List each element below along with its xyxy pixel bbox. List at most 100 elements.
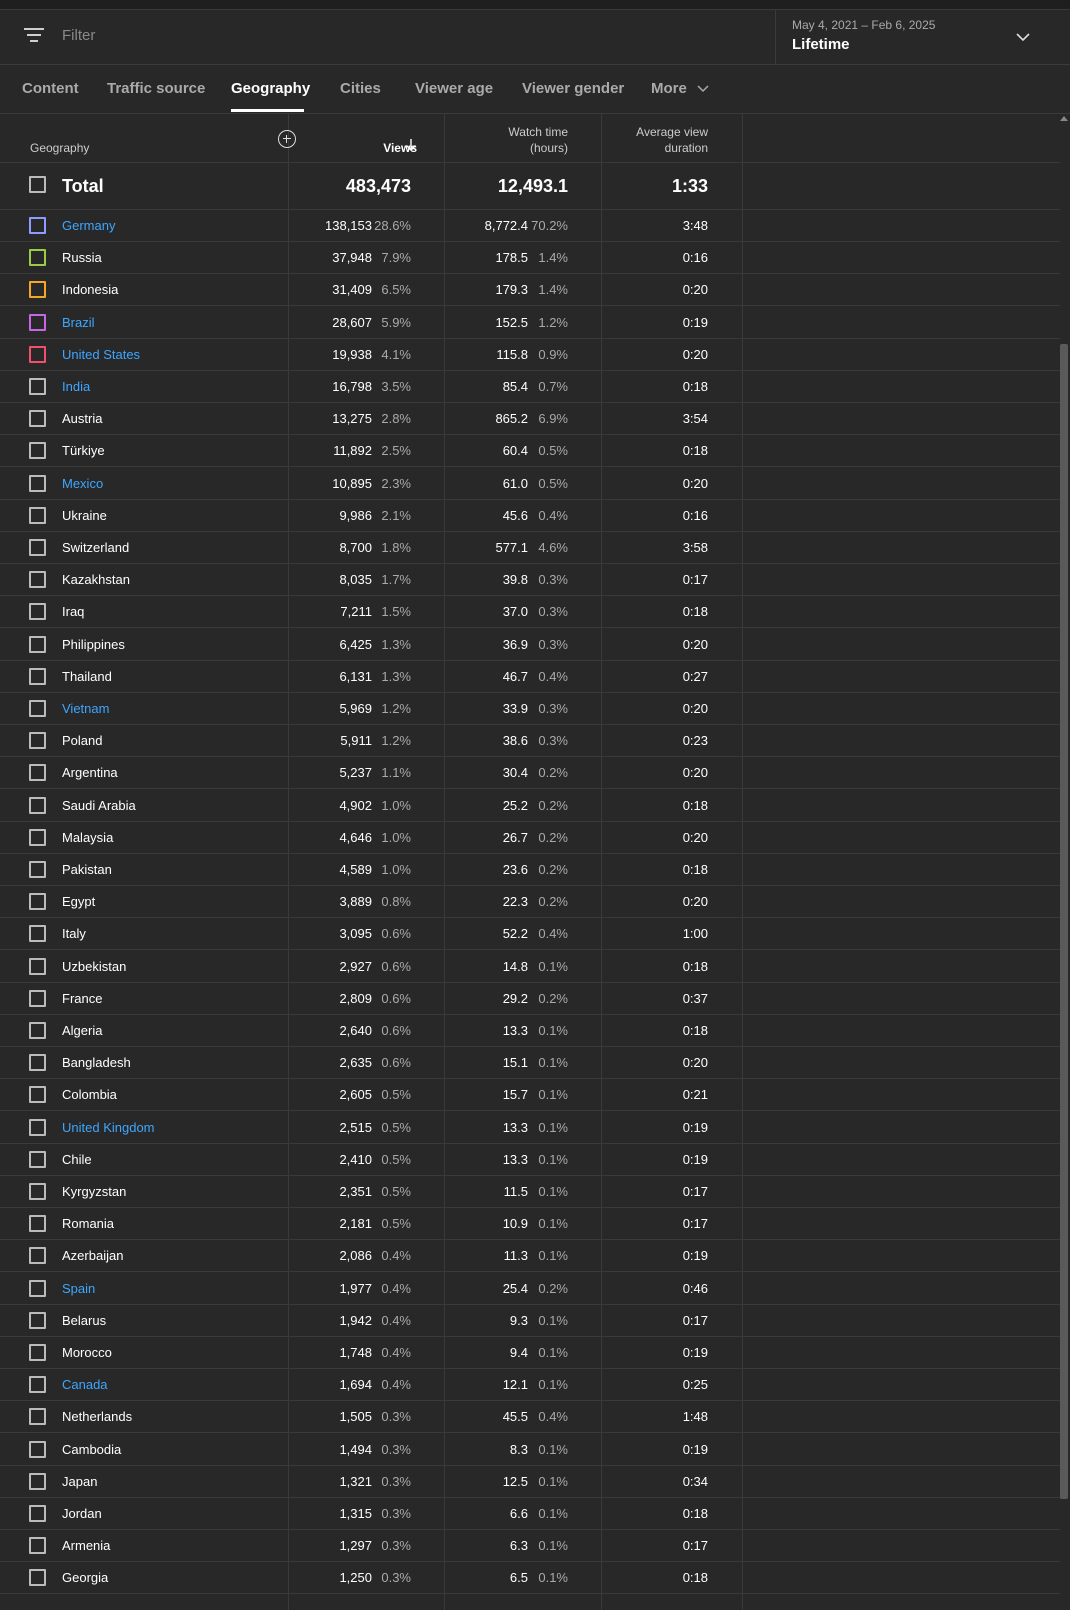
row-checkbox[interactable] — [29, 1440, 46, 1458]
row-checkbox[interactable] — [29, 1086, 46, 1104]
tab-more[interactable]: More — [651, 80, 709, 97]
row-checkbox[interactable] — [29, 635, 46, 653]
table-row[interactable]: Germany 138,153 28.6% 8,772.4 70.2% 3:48 — [0, 210, 1060, 242]
tab-cities[interactable]: Cities — [340, 80, 381, 97]
table-row[interactable]: Poland 5,911 1.2% 38.6 0.3% 0:23 — [0, 725, 1060, 758]
table-row[interactable]: Pakistan 4,589 1.0% 23.6 0.2% 0:18 — [0, 854, 1060, 886]
row-checkbox[interactable] — [29, 1183, 46, 1200]
row-checkbox[interactable] — [29, 700, 46, 717]
row-checkbox[interactable] — [29, 603, 46, 621]
table-row[interactable]: Morocco 1,748 0.4% 9.4 0.1% 0:19 — [0, 1337, 1060, 1369]
table-row[interactable]: United States 19,938 4.1% 115.8 0.9% 0:20 — [0, 339, 1060, 371]
row-checkbox[interactable] — [29, 281, 46, 299]
country-name[interactable]: Brazil — [62, 315, 95, 330]
table-row[interactable]: Bangladesh 2,635 0.6% 15.1 0.1% 0:20 — [0, 1047, 1060, 1080]
country-name[interactable]: United States — [62, 347, 140, 362]
country-name[interactable]: India — [62, 379, 90, 394]
table-row[interactable]: Brazil 28,607 5.9% 152.5 1.2% 0:19 — [0, 307, 1060, 339]
table-row[interactable]: Malaysia 4,646 1.0% 26.7 0.2% 0:20 — [0, 822, 1060, 854]
date-period-label[interactable]: Lifetime — [792, 36, 850, 53]
scrollbar[interactable] — [1060, 344, 1068, 1499]
table-row[interactable]: Indonesia 31,409 6.5% 179.3 1.4% 0:20 — [0, 274, 1060, 307]
row-checkbox[interactable] — [29, 345, 46, 363]
row-checkbox[interactable] — [29, 893, 46, 911]
row-checkbox[interactable] — [29, 571, 46, 589]
table-row[interactable]: Cambodia 1,494 0.3% 8.3 0.1% 0:19 — [0, 1434, 1060, 1466]
add-column-icon[interactable] — [278, 130, 296, 148]
country-name[interactable]: Vietnam — [62, 701, 109, 716]
table-row[interactable]: Belarus 1,942 0.4% 9.3 0.1% 0:17 — [0, 1305, 1060, 1337]
table-row[interactable]: Austria 13,275 2.8% 865.2 6.9% 3:54 — [0, 403, 1060, 436]
total-checkbox[interactable] — [29, 176, 46, 193]
country-name[interactable]: Mexico — [62, 476, 103, 491]
sort-down-arrow-icon[interactable] — [405, 138, 417, 152]
row-checkbox[interactable] — [29, 1344, 46, 1361]
row-checkbox[interactable] — [29, 313, 46, 331]
tab-viewer-gender[interactable]: Viewer gender — [522, 80, 624, 97]
row-checkbox[interactable] — [29, 217, 46, 234]
filter-icon[interactable] — [24, 26, 44, 44]
country-name[interactable]: Spain — [62, 1281, 95, 1296]
row-checkbox[interactable] — [29, 1279, 46, 1297]
table-row[interactable]: Colombia 2,605 0.5% 15.7 0.1% 0:21 — [0, 1079, 1060, 1112]
row-checkbox[interactable] — [29, 1505, 46, 1522]
table-row[interactable]: Saudi Arabia 4,902 1.0% 25.2 0.2% 0:18 — [0, 790, 1060, 822]
row-checkbox[interactable] — [29, 1215, 46, 1233]
row-checkbox[interactable] — [29, 474, 46, 492]
row-checkbox[interactable] — [29, 957, 46, 975]
table-row[interactable]: Egypt 3,889 0.8% 22.3 0.2% 0:20 — [0, 886, 1060, 919]
table-row[interactable]: France 2,809 0.6% 29.2 0.2% 0:37 — [0, 983, 1060, 1015]
table-row[interactable]: United Kingdom 2,515 0.5% 13.3 0.1% 0:19 — [0, 1112, 1060, 1144]
row-checkbox[interactable] — [29, 1247, 46, 1265]
geography-header[interactable]: Geography — [30, 141, 89, 155]
row-checkbox[interactable] — [29, 1537, 46, 1555]
table-row[interactable]: Kazakhstan 8,035 1.7% 39.8 0.3% 0:17 — [0, 564, 1060, 597]
table-row[interactable]: Italy 3,095 0.6% 52.2 0.4% 1:00 — [0, 918, 1060, 951]
table-row[interactable]: Algeria 2,640 0.6% 13.3 0.1% 0:18 — [0, 1015, 1060, 1047]
row-checkbox[interactable] — [29, 989, 46, 1007]
row-checkbox[interactable] — [29, 539, 46, 556]
row-checkbox[interactable] — [29, 764, 46, 782]
chevron-down-icon[interactable] — [1016, 30, 1030, 44]
table-row[interactable]: Russia 37,948 7.9% 178.5 1.4% 0:16 — [0, 242, 1060, 275]
tab-traffic-source[interactable]: Traffic source — [107, 80, 205, 97]
table-row[interactable]: Azerbaijan 2,086 0.4% 11.3 0.1% 0:19 — [0, 1240, 1060, 1273]
row-checkbox[interactable] — [29, 667, 46, 685]
table-row[interactable]: Vietnam 5,969 1.2% 33.9 0.3% 0:20 — [0, 693, 1060, 725]
table-row[interactable]: Argentina 5,237 1.1% 30.4 0.2% 0:20 — [0, 757, 1060, 790]
row-checkbox[interactable] — [29, 796, 46, 814]
table-row[interactable]: Uzbekistan 2,927 0.6% 14.8 0.1% 0:18 — [0, 951, 1060, 983]
tab-content[interactable]: Content — [22, 80, 79, 97]
row-checkbox[interactable] — [29, 1311, 46, 1329]
table-row[interactable]: Japan 1,321 0.3% 12.5 0.1% 0:34 — [0, 1466, 1060, 1498]
scroll-up-arrow[interactable] — [1060, 116, 1068, 121]
table-row[interactable]: Mexico 10,895 2.3% 61.0 0.5% 0:20 — [0, 468, 1060, 500]
country-name[interactable]: Canada — [62, 1377, 108, 1392]
row-checkbox[interactable] — [29, 249, 46, 267]
table-row[interactable]: Spain 1,977 0.4% 25.4 0.2% 0:46 — [0, 1273, 1060, 1305]
row-checkbox[interactable] — [29, 861, 46, 878]
table-row[interactable]: Canada 1,694 0.4% 12.1 0.1% 0:25 — [0, 1369, 1060, 1402]
row-checkbox[interactable] — [29, 1472, 46, 1490]
table-row[interactable]: Türkiye 11,892 2.5% 60.4 0.5% 0:18 — [0, 435, 1060, 468]
table-row[interactable]: Kyrgyzstan 2,351 0.5% 11.5 0.1% 0:17 — [0, 1176, 1060, 1208]
table-row[interactable]: Philippines 6,425 1.3% 36.9 0.3% 0:20 — [0, 629, 1060, 661]
table-row[interactable]: Ukraine 9,986 2.1% 45.6 0.4% 0:16 — [0, 500, 1060, 532]
row-checkbox[interactable] — [29, 410, 46, 428]
table-row[interactable]: Iraq 7,211 1.5% 37.0 0.3% 0:18 — [0, 596, 1060, 629]
table-row[interactable]: Jordan 1,315 0.3% 6.6 0.1% 0:18 — [0, 1498, 1060, 1530]
table-row[interactable]: Armenia 1,297 0.3% 6.3 0.1% 0:17 — [0, 1530, 1060, 1563]
tab-geography[interactable]: Geography — [231, 80, 310, 97]
row-checkbox[interactable] — [29, 1054, 46, 1072]
table-row[interactable]: Thailand 6,131 1.3% 46.7 0.4% 0:27 — [0, 661, 1060, 693]
row-checkbox[interactable] — [29, 1118, 46, 1136]
tab-viewer-age[interactable]: Viewer age — [415, 80, 493, 97]
table-row[interactable]: Chile 2,410 0.5% 13.3 0.1% 0:19 — [0, 1144, 1060, 1176]
filter-input[interactable]: Filter — [62, 27, 95, 44]
country-name[interactable]: United Kingdom — [62, 1120, 155, 1135]
row-checkbox[interactable] — [29, 1022, 46, 1039]
table-row[interactable]: India 16,798 3.5% 85.4 0.7% 0:18 — [0, 371, 1060, 403]
avg-view-duration-header[interactable]: Average view duration — [636, 124, 708, 156]
row-checkbox[interactable] — [29, 828, 46, 846]
table-row[interactable]: Georgia 1,250 0.3% 6.5 0.1% 0:18 — [0, 1562, 1060, 1595]
